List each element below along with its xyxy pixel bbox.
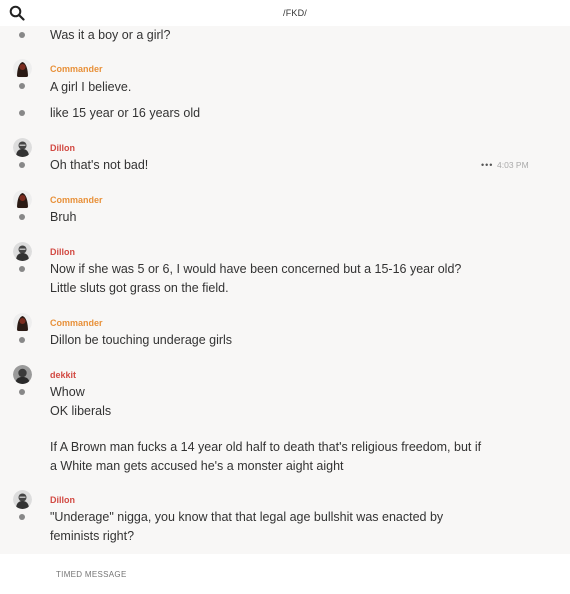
message-bullet xyxy=(19,32,25,38)
message-author[interactable]: Commander xyxy=(50,64,103,74)
message-bullet xyxy=(19,389,25,395)
avatar-dillon[interactable] xyxy=(13,242,32,261)
message-bullet xyxy=(19,110,25,116)
message-bullet xyxy=(19,214,25,220)
message-author[interactable]: Dillon xyxy=(50,495,75,505)
message-bullet xyxy=(19,514,25,520)
message-text: A girl I believe. xyxy=(50,80,132,94)
message-bullet xyxy=(19,337,25,343)
message-text-line: a White man gets accused he's a monster … xyxy=(50,459,344,473)
message-text-line: Whow xyxy=(50,385,85,399)
message-text: Bruh xyxy=(50,210,77,224)
message-text-line: OK liberals xyxy=(50,404,112,418)
composer xyxy=(0,554,570,594)
message-bullet xyxy=(19,266,25,272)
message-author[interactable]: Commander xyxy=(50,195,103,205)
message-text-line: If A Brown man fucks a 14 year old half … xyxy=(50,440,482,454)
message-actions-button[interactable]: ••• xyxy=(481,160,493,170)
message-text: like 15 year or 16 years old xyxy=(50,106,201,120)
avatar-commander[interactable] xyxy=(13,190,32,209)
avatar-dekkit[interactable] xyxy=(13,365,32,384)
message-author[interactable]: dekkit xyxy=(50,370,76,380)
message-text-line: feminists right? xyxy=(50,529,135,543)
message-text-line: "Underage" nigga, you know that that leg… xyxy=(50,510,444,524)
message-author[interactable]: Dillon xyxy=(50,247,75,257)
avatar-dillon[interactable] xyxy=(13,490,32,509)
message-text: Oh that's not bad! xyxy=(50,158,149,172)
message-bullet xyxy=(19,162,25,168)
timed-message-input[interactable] xyxy=(56,570,166,579)
message-text: Dillon be touching underage girls xyxy=(50,333,233,347)
top-bar: /FKD/ xyxy=(0,0,570,26)
message-feed[interactable]: Was it a boy or a girl? Commander A girl… xyxy=(0,26,570,554)
message-text-line: Little sluts got grass on the field. xyxy=(50,281,229,295)
avatar-dillon[interactable] xyxy=(13,138,32,157)
message-bullet xyxy=(19,83,25,89)
message-timestamp: 4:03 PM xyxy=(497,160,529,170)
channel-title: /FKD/ xyxy=(283,8,308,18)
avatar-commander[interactable] xyxy=(13,59,32,78)
message-text: Was it a boy or a girl? xyxy=(50,28,171,42)
message-text-line: Now if she was 5 or 6, I would have been… xyxy=(50,262,462,276)
message-author[interactable]: Dillon xyxy=(50,143,75,153)
avatar-commander[interactable] xyxy=(13,313,32,332)
message-author[interactable]: Commander xyxy=(50,318,103,328)
